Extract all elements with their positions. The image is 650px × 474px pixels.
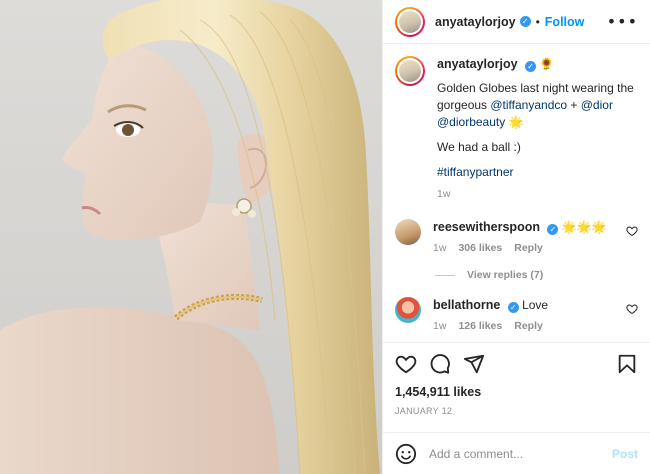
comment-meta: 1w 126 likes Reply xyxy=(433,318,638,335)
comment-time: 1w xyxy=(433,320,447,332)
likes-count[interactable]: 1,454,911 likes xyxy=(395,385,638,399)
instagram-post: anyataylorjoy ✓ • Follow ••• anyataylorj… xyxy=(0,0,650,474)
view-replies-button[interactable]: View replies (7) xyxy=(435,269,638,281)
commenter-avatar[interactable] xyxy=(395,219,421,245)
comment: bellathorne ✓ Love 1w 126 likes Reply xyxy=(395,297,638,335)
sparkle-emoji: 🌟 xyxy=(505,115,524,129)
caption-avatar[interactable] xyxy=(395,56,425,86)
caption: anyataylorjoy ✓ 🌻 Golden Globes last nig… xyxy=(395,56,638,203)
comment-username[interactable]: bellathorne xyxy=(433,298,500,312)
mention-dior[interactable]: @dior xyxy=(581,98,613,112)
comment-username[interactable]: reesewitherspoon xyxy=(433,220,540,234)
post-photo[interactable] xyxy=(0,0,382,474)
verified-icon: ✓ xyxy=(507,302,519,313)
caption-plus: + xyxy=(567,98,581,112)
emoji-icon[interactable] xyxy=(395,443,417,465)
comment-text: Love xyxy=(522,298,549,312)
hashtag-link[interactable]: #tiffanypartner xyxy=(437,165,514,179)
post-comment-button[interactable]: Post xyxy=(612,447,638,461)
comment-likes[interactable]: 126 likes xyxy=(458,320,502,332)
comment-icon[interactable] xyxy=(429,353,451,375)
post-date: JANUARY 12 xyxy=(395,406,453,416)
sunflower-emoji: 🌻 xyxy=(539,57,555,71)
separator-dot: • xyxy=(535,14,540,29)
reply-button[interactable]: Reply xyxy=(514,320,543,332)
add-comment-bar: Post xyxy=(383,432,650,474)
follow-button[interactable]: Follow xyxy=(545,15,585,29)
reply-button[interactable]: Reply xyxy=(514,242,543,254)
mention-diorbeauty[interactable]: @diorbeauty xyxy=(437,115,505,129)
verified-icon: ✓ xyxy=(547,224,559,235)
caption-text: Golden Globes last night wearing the gor… xyxy=(437,80,638,181)
verified-icon: ✓ xyxy=(519,16,531,27)
author-username[interactable]: anyataylorjoy xyxy=(435,15,516,29)
comment-likes[interactable]: 306 likes xyxy=(458,242,502,254)
comment-body: bellathorne ✓ Love 1w 126 likes Reply xyxy=(433,297,638,335)
heart-icon[interactable] xyxy=(626,225,638,237)
post-header: anyataylorjoy ✓ • Follow ••• xyxy=(383,0,650,44)
commenter-avatar[interactable] xyxy=(395,297,421,323)
caption-username[interactable]: anyataylorjoy xyxy=(437,57,518,71)
caption-line2: We had a ball :) xyxy=(437,140,521,154)
post-side-panel: anyataylorjoy ✓ • Follow ••• anyataylorj… xyxy=(382,0,650,474)
comment-input[interactable] xyxy=(429,446,612,461)
caption-body: anyataylorjoy ✓ 🌻 Golden Globes last nig… xyxy=(437,56,638,203)
bookmark-icon[interactable] xyxy=(616,353,638,375)
comment-time: 1w xyxy=(433,242,447,254)
share-icon[interactable] xyxy=(463,353,485,375)
more-options-icon[interactable]: ••• xyxy=(607,12,638,31)
caption-time: 1w xyxy=(437,188,451,200)
heart-icon[interactable] xyxy=(395,353,417,375)
comment: reesewitherspoon ✓ 🌟🌟🌟 1w 306 likes Reply xyxy=(395,219,638,257)
view-replies-label: View replies (7) xyxy=(467,269,544,281)
action-icon-row xyxy=(395,351,638,377)
portrait-image xyxy=(0,0,382,474)
replies-divider xyxy=(435,274,455,276)
mention-tiffanyandco[interactable]: @tiffanyandco xyxy=(490,98,567,112)
post-actions: 1,454,911 likes JANUARY 12 xyxy=(383,342,650,432)
heart-icon[interactable] xyxy=(626,303,638,315)
comments-section[interactable]: anyataylorjoy ✓ 🌻 Golden Globes last nig… xyxy=(383,44,650,342)
comment-text: 🌟🌟🌟 xyxy=(561,220,607,234)
comment-meta: 1w 306 likes Reply xyxy=(433,240,638,257)
verified-icon: ✓ xyxy=(524,61,536,72)
comment-body: reesewitherspoon ✓ 🌟🌟🌟 1w 306 likes Reply xyxy=(433,219,638,257)
author-avatar[interactable] xyxy=(395,6,425,37)
